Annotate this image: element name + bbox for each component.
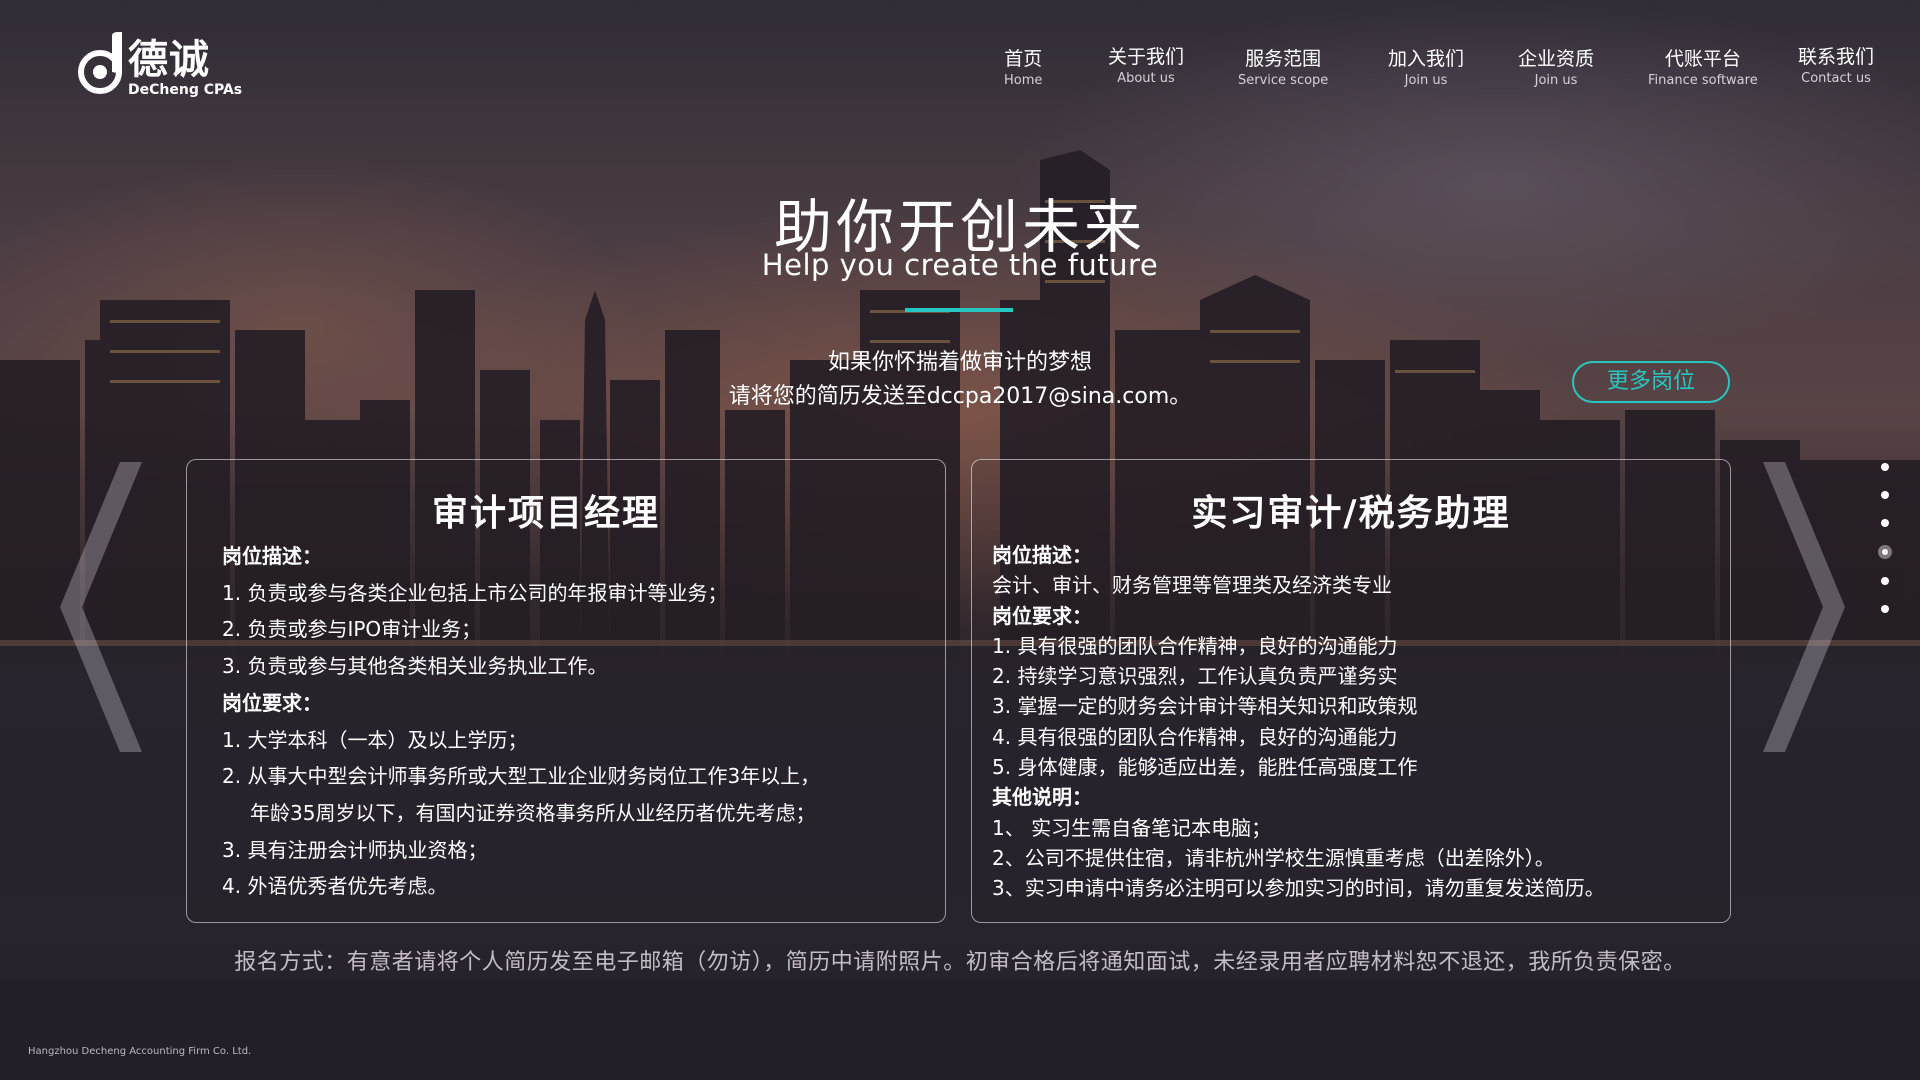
nav-label-en: Join us: [1404, 73, 1448, 88]
other-item: 3、实习申请中请务必注明可以参加实习的时间，请勿重复发送简历。: [992, 876, 1605, 901]
requirement-item: 2. 持续学习意识强烈，工作认真负责严谨务实: [992, 664, 1398, 689]
nav-label-cn: 关于我们: [1108, 46, 1185, 68]
main-nav: 首页 Home 关于我们 About us 服务范围 Service scope…: [0, 44, 1920, 94]
requirement-item: 4. 具有很强的团队合作精神，良好的沟通能力: [992, 724, 1398, 749]
requirement-item: 1. 具有很强的团队合作精神，良好的沟通能力: [992, 633, 1398, 658]
section-label-requirements: 岗位要求：: [992, 603, 1092, 628]
nav-label-cn: 联系我们: [1798, 46, 1875, 68]
nav-item-finance[interactable]: 代账平台 Finance software: [1648, 44, 1758, 88]
requirement-item: 3. 掌握一定的财务会计审计等相关知识和政策规: [992, 694, 1418, 719]
nav-item-services[interactable]: 服务范围 Service scope: [1238, 44, 1328, 88]
requirement-item: 3. 具有注册会计师执业资格；: [222, 837, 488, 862]
application-note: 报名方式：有意者请将个人简历发至电子邮箱（勿访），简历中请附照片。初审合格后将通…: [234, 950, 1686, 975]
nav-label-en: Service scope: [1238, 73, 1329, 88]
description-item: 会计、审计、财务管理等管理类及经济类专业: [992, 573, 1392, 598]
nav-label-cn: 企业资质: [1518, 48, 1595, 70]
copyright-text: Hangzhou Decheng Accounting Firm Co. Ltd…: [28, 1046, 252, 1057]
other-item: 2、公司不提供住宿，请非杭州学校生源慎重考虑（出差除外）。: [992, 845, 1555, 870]
hero-divider: [905, 308, 1013, 312]
job-title: 实习审计/税务助理: [1191, 493, 1511, 534]
description-item: 1. 负责或参与各类企业包括上市公司的年报审计等业务；: [222, 580, 728, 605]
nav-label-cn: 代账平台: [1664, 48, 1741, 70]
pager-dot-active[interactable]: [1880, 547, 1890, 557]
job-details: 岗位描述： 会计、审计、财务管理等管理类及经济类专业 岗位要求： 1. 具有很强…: [992, 540, 1710, 904]
job-card-intern-assistant: 实习审计/税务助理 岗位描述： 会计、审计、财务管理等管理类及经济类专业 岗位要…: [971, 459, 1731, 923]
section-label-other: 其他说明：: [992, 785, 1092, 810]
pager-dot[interactable]: [1881, 491, 1889, 499]
requirement-item: 1. 大学本科（一本）及以上学历；: [222, 727, 528, 752]
section-label-description: 岗位描述：: [222, 544, 322, 568]
requirement-item: 2. 从事大中型会计师事务所或大型工业企业财务岗位工作3年以上，: [222, 764, 821, 789]
requirement-item: 4. 外语优秀者优先考虑。: [222, 874, 448, 899]
description-item: 3. 负责或参与其他各类相关业务执业工作。: [222, 654, 608, 679]
nav-item-join[interactable]: 加入我们 Join us: [1388, 44, 1464, 88]
nav-label-en: Contact us: [1801, 71, 1871, 86]
hero-subtitle: Help you create the future: [761, 248, 1159, 282]
nav-label-cn: 服务范围: [1245, 48, 1322, 70]
section-label-description: 岗位描述：: [992, 543, 1092, 567]
nav-item-qualification[interactable]: 企业资质 Join us: [1518, 44, 1594, 88]
more-jobs-button[interactable]: 更多岗位: [1572, 361, 1730, 403]
nav-label-en: Finance software: [1648, 73, 1758, 88]
pager-dot[interactable]: [1881, 577, 1889, 585]
nav-item-about[interactable]: 关于我们 About us: [1108, 42, 1184, 86]
other-item: 1、 实习生需自备笔记本电脑；: [992, 815, 1272, 840]
job-title: 审计项目经理: [431, 493, 660, 534]
pager-dot[interactable]: [1881, 463, 1889, 471]
description-item: 2. 负责或参与IPO审计业务；: [222, 617, 482, 642]
pager-dot[interactable]: [1881, 605, 1889, 613]
nav-item-contact[interactable]: 联系我们 Contact us: [1798, 42, 1874, 86]
section-pager: [1880, 463, 1890, 633]
pager-dot[interactable]: [1881, 519, 1889, 527]
nav-label-cn: 加入我们: [1388, 48, 1465, 70]
nav-item-home[interactable]: 首页 Home: [1004, 44, 1042, 88]
job-card-audit-manager: 审计项目经理 岗位描述： 1. 负责或参与各类企业包括上市公司的年报审计等业务；…: [186, 459, 946, 923]
nav-label-en: About us: [1117, 71, 1175, 86]
prev-arrow-icon[interactable]: [60, 462, 150, 756]
requirement-item: 5. 身体健康，能够适应出差，能胜任高强度工作: [992, 755, 1418, 780]
section-label-requirements: 岗位要求：: [222, 690, 322, 715]
next-arrow-icon[interactable]: [1755, 462, 1845, 756]
nav-label-en: Home: [1004, 73, 1043, 88]
nav-label-en: Join us: [1534, 73, 1578, 88]
job-details: 岗位描述： 1. 负责或参与各类企业包括上市公司的年报审计等业务； 2. 负责或…: [222, 538, 925, 905]
nav-label-cn: 首页: [1004, 48, 1043, 70]
requirement-item-continued: 年龄35周岁以下，有国内证券资格事务所从业经历者优先考虑；: [250, 800, 816, 825]
